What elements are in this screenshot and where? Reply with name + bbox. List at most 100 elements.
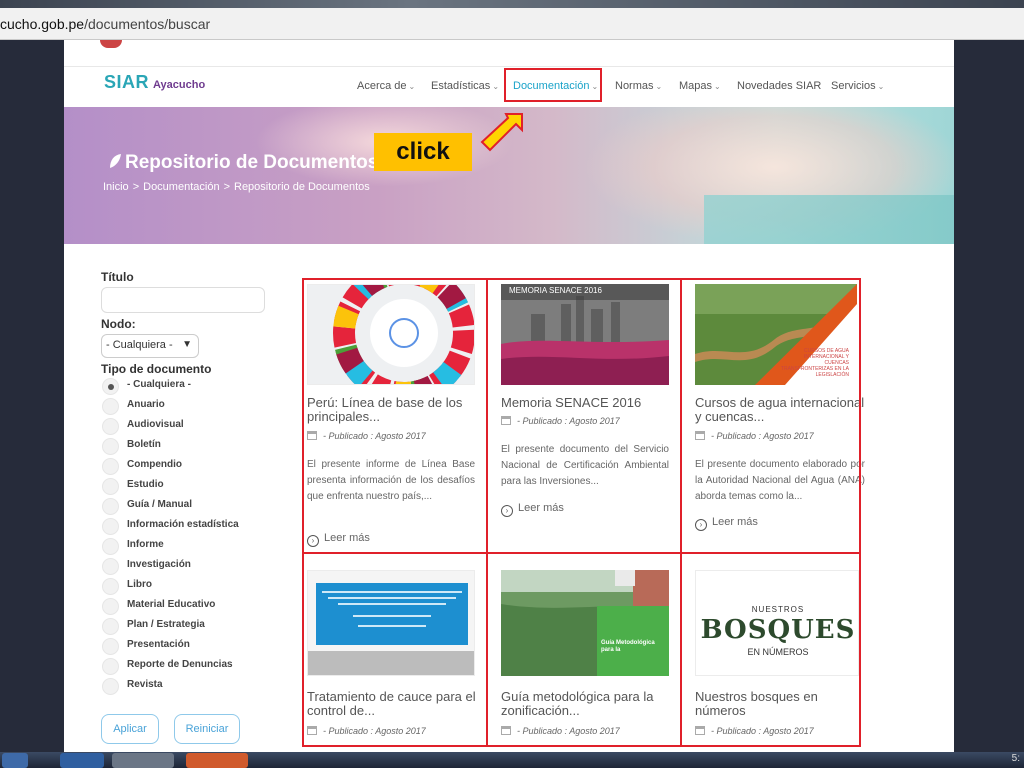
document-card[interactable]: Tratamiento de cauce para el control de.… bbox=[302, 554, 495, 752]
tipo-option-informe[interactable]: Informe bbox=[102, 537, 282, 557]
highlight-box-documentacion bbox=[504, 68, 602, 102]
address-url[interactable]: cucho.gob.pe/documentos/buscar bbox=[0, 16, 210, 32]
radio-icon[interactable] bbox=[102, 618, 119, 635]
top-logo-fragment bbox=[100, 40, 122, 48]
document-cover[interactable]: NUESTROS BOSQUES EN NÚMEROS bbox=[695, 570, 859, 676]
document-card[interactable]: MEMORIA SENACE 2016 Memoria SENACE 2016 … bbox=[496, 279, 689, 552]
document-title[interactable]: Memoria SENACE 2016 bbox=[501, 396, 676, 410]
document-date: - Publicado : Agosto 2017 bbox=[307, 431, 426, 441]
address-bar[interactable]: cucho.gob.pe/documentos/buscar bbox=[0, 8, 1024, 40]
highlight-grid-top bbox=[302, 278, 861, 280]
radio-icon[interactable] bbox=[102, 538, 119, 555]
calendar-icon bbox=[307, 431, 317, 440]
document-cover[interactable]: MEMORIA SENACE 2016 bbox=[501, 284, 669, 385]
radio-icon[interactable] bbox=[102, 498, 119, 515]
document-cover[interactable]: Guía Metodológica para la bbox=[501, 570, 669, 676]
breadcrumb-current: Repositorio de Documentos bbox=[234, 181, 370, 193]
nav-mapas[interactable]: Mapas ⌄ bbox=[679, 80, 721, 96]
read-more-link[interactable]: › Leer más bbox=[501, 502, 564, 517]
document-title[interactable]: Tratamiento de cauce para el control de.… bbox=[307, 690, 482, 718]
document-card[interactable]: Guía Metodológica para la Guía metodológ… bbox=[496, 554, 689, 752]
tipo-option-libro[interactable]: Libro bbox=[102, 577, 282, 597]
document-cover[interactable] bbox=[307, 284, 475, 385]
sdg-wheel-image bbox=[308, 285, 474, 384]
tipo-option-cualquiera[interactable]: - Cualquiera - bbox=[102, 377, 282, 397]
document-title[interactable]: Cursos de agua internacional y cuencas..… bbox=[695, 396, 870, 424]
forest-aerial-image bbox=[501, 570, 669, 676]
read-more-link[interactable]: › Leer más bbox=[695, 516, 758, 531]
site-logo[interactable]: SIAR Ayacucho bbox=[104, 72, 205, 93]
senace-cover-image bbox=[501, 284, 669, 385]
tipo-option-estudio[interactable]: Estudio bbox=[102, 477, 282, 497]
nav-servicios[interactable]: Servicios ⌄ bbox=[831, 80, 884, 96]
radio-icon[interactable] bbox=[102, 638, 119, 655]
document-title[interactable]: Nuestros bosques en números bbox=[695, 690, 870, 718]
titulo-input[interactable] bbox=[101, 287, 265, 313]
web-page: SIAR Ayacucho Acerca de ⌄ Estadísticas ⌄ Do… bbox=[64, 40, 954, 752]
arrow-circle-icon: › bbox=[501, 505, 513, 517]
nav-acerca-de[interactable]: Acerca de ⌄ bbox=[357, 80, 415, 96]
radio-icon[interactable] bbox=[102, 398, 119, 415]
highlight-grid-bottom bbox=[302, 745, 861, 747]
header-divider bbox=[64, 66, 954, 67]
document-date: - Publicado : Agosto 2017 bbox=[695, 431, 814, 441]
tipo-option-investigacion[interactable]: Investigación bbox=[102, 557, 282, 577]
arrow-circle-icon: › bbox=[307, 535, 319, 547]
document-description: El presente informe de Línea Base presen… bbox=[307, 459, 475, 502]
taskbar: 5: bbox=[0, 752, 1024, 768]
radio-icon[interactable] bbox=[102, 678, 119, 695]
arrow-circle-icon: › bbox=[695, 519, 707, 531]
apply-button[interactable]: Aplicar bbox=[101, 714, 159, 744]
report-cover-image bbox=[308, 571, 474, 675]
taskbar-powerpoint-icon[interactable] bbox=[186, 753, 248, 768]
tipo-option-presentacion[interactable]: Presentación bbox=[102, 637, 282, 657]
tipo-option-revista[interactable]: Revista bbox=[102, 677, 282, 697]
leaf-icon bbox=[110, 154, 121, 168]
chevron-down-icon: ⌄ bbox=[714, 82, 721, 91]
radio-icon[interactable] bbox=[102, 658, 119, 675]
tipo-option-guia-manual[interactable]: Guía / Manual bbox=[102, 497, 282, 517]
radio-icon[interactable] bbox=[102, 598, 119, 615]
radio-icon[interactable] bbox=[102, 518, 119, 535]
breadcrumb-documentacion[interactable]: Documentación bbox=[143, 181, 219, 193]
document-title[interactable]: Perú: Línea de base de los principales..… bbox=[307, 396, 482, 424]
document-date: - Publicado : Agosto 2017 bbox=[695, 726, 814, 736]
radio-icon[interactable] bbox=[102, 478, 119, 495]
tipo-option-material-educativo[interactable]: Material Educativo bbox=[102, 597, 282, 617]
radio-icon[interactable] bbox=[102, 578, 119, 595]
nav-estadisticas[interactable]: Estadísticas ⌄ bbox=[431, 80, 499, 96]
radio-icon[interactable] bbox=[102, 378, 119, 395]
tipo-option-boletin[interactable]: Boletín bbox=[102, 437, 282, 457]
radio-icon[interactable] bbox=[102, 558, 119, 575]
radio-icon[interactable] bbox=[102, 458, 119, 475]
document-cover[interactable] bbox=[307, 570, 475, 676]
tipo-documento-label: Tipo de documento bbox=[101, 362, 212, 376]
document-description: El presente documento elaborado por la A… bbox=[695, 459, 865, 502]
tipo-option-audiovisual[interactable]: Audiovisual bbox=[102, 417, 282, 437]
document-cover[interactable]: CURSOS DE AGUA INTERNACIONAL Y CUENCAS T… bbox=[695, 284, 857, 385]
nodo-select[interactable]: - Cualquiera - ▼ bbox=[101, 334, 199, 358]
highlight-grid-col1 bbox=[486, 278, 488, 747]
nav-normas[interactable]: Normas ⌄ bbox=[615, 80, 662, 96]
radio-icon[interactable] bbox=[102, 418, 119, 435]
document-card[interactable]: Perú: Línea de base de los principales..… bbox=[302, 279, 495, 552]
tipo-option-compendio[interactable]: Compendio bbox=[102, 457, 282, 477]
read-more-link[interactable]: › Leer más bbox=[307, 532, 370, 547]
taskbar-browser-icon[interactable] bbox=[60, 753, 104, 768]
document-card[interactable]: NUESTROS BOSQUES EN NÚMEROS Nuestros bos… bbox=[690, 554, 883, 752]
taskbar-app-icon[interactable] bbox=[112, 753, 174, 768]
tipo-option-anuario[interactable]: Anuario bbox=[102, 397, 282, 417]
breadcrumb-inicio[interactable]: Inicio bbox=[103, 181, 129, 193]
document-description: El presente documento del Servicio Nacio… bbox=[501, 444, 669, 487]
reset-button[interactable]: Reiniciar bbox=[174, 714, 240, 744]
document-title[interactable]: Guía metodológica para la zonificación..… bbox=[501, 690, 676, 718]
tipo-option-informacion-estadistica[interactable]: Información estadística bbox=[102, 517, 282, 537]
dropdown-arrow-icon: ▼ bbox=[182, 339, 192, 350]
radio-icon[interactable] bbox=[102, 438, 119, 455]
tipo-option-reporte-denuncias[interactable]: Reporte de Denuncias bbox=[102, 657, 282, 677]
nav-novedades-siar[interactable]: Novedades SIAR bbox=[737, 80, 821, 96]
document-card[interactable]: CURSOS DE AGUA INTERNACIONAL Y CUENCAS T… bbox=[690, 279, 883, 552]
tipo-option-plan-estrategia[interactable]: Plan / Estrategia bbox=[102, 617, 282, 637]
highlight-grid-right bbox=[859, 278, 861, 747]
start-button[interactable] bbox=[2, 753, 28, 768]
